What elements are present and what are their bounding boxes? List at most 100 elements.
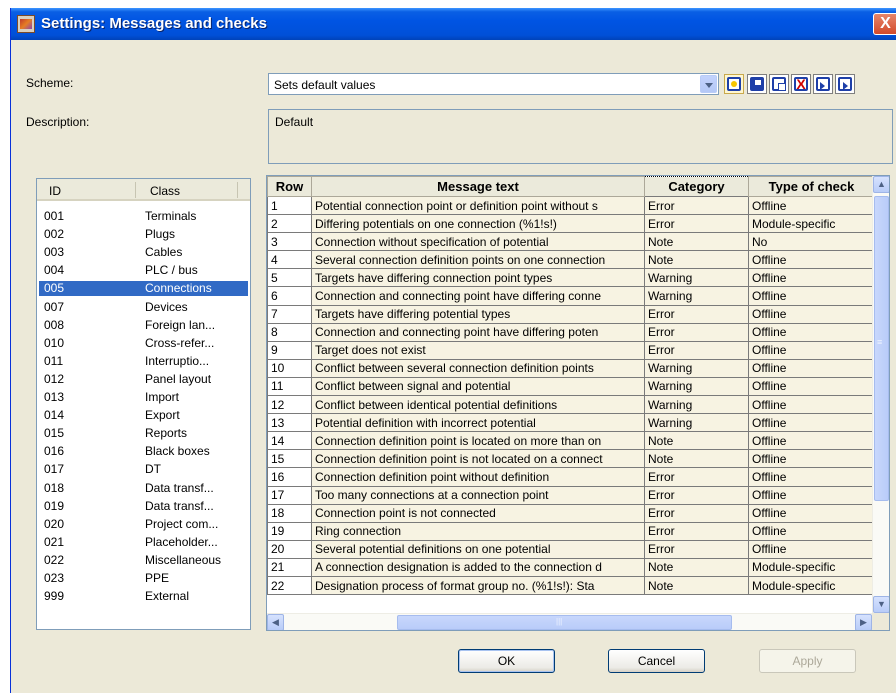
type-of-check-cell[interactable]: Offline [748,485,875,505]
row-number-cell[interactable]: 20 [267,539,312,559]
category-cell[interactable]: Warning [644,376,749,397]
row-number-cell[interactable]: 3 [267,232,312,252]
category-cell[interactable]: Warning [644,413,749,433]
message-text-cell[interactable]: Connection definition point without defi… [311,467,645,487]
message-text-cell[interactable]: Conflict between identical potential def… [311,395,645,415]
row-number-cell[interactable]: 6 [267,286,312,306]
list-item[interactable]: 008 Foreign lan... [39,318,248,333]
row-number-cell[interactable]: 22 [267,575,312,596]
message-text-cell[interactable]: Ring connection [311,521,645,541]
table-row[interactable]: 2 Differing potentials on one connection … [267,214,875,234]
chevron-down-icon[interactable] [700,75,717,93]
message-text-cell[interactable]: Too many connections at a connection poi… [311,485,645,505]
category-cell[interactable]: Note [644,250,749,270]
table-row[interactable]: 11 Conflict between signal and potential W… [267,376,875,397]
row-number-cell[interactable]: 13 [267,413,312,433]
horizontal-scroll-thumb[interactable]: ||| [397,615,732,630]
category-cell[interactable]: Error [644,539,749,559]
type-of-check-cell[interactable]: Offline [748,431,875,451]
type-of-check-cell[interactable]: Offline [748,340,875,360]
title-bar[interactable]: Settings: Messages and checks X [11,8,896,40]
scheme-dropdown[interactable]: Sets default values [268,73,719,95]
column-header-message-text[interactable]: Message text [311,176,645,197]
category-cell[interactable]: Error [644,467,749,487]
vertical-scroll-thumb[interactable]: ≡ [874,196,889,501]
category-cell[interactable]: Error [644,322,749,342]
row-number-cell[interactable]: 9 [267,340,312,360]
table-row[interactable]: 22 Designation process of format group no… [267,575,875,596]
row-number-cell[interactable]: 7 [267,304,312,324]
list-item[interactable]: 001 Terminals [39,209,248,224]
vertical-scrollbar[interactable]: ▲ ≡ ▼ [872,176,889,613]
message-text-cell[interactable]: Connection and connecting point have dif… [311,286,645,306]
type-of-check-cell[interactable]: Offline [748,467,875,487]
message-text-cell[interactable]: Several connection definition points on … [311,250,645,270]
table-row[interactable]: 10 Conflict between several connection de… [267,358,875,378]
row-number-cell[interactable]: 12 [267,395,312,415]
row-number-cell[interactable]: 18 [267,503,312,523]
list-item[interactable]: 014 Export [39,408,248,423]
list-item[interactable]: 019 Data transf... [39,499,248,514]
message-text-cell[interactable]: Potential definition with incorrect pote… [311,413,645,433]
category-cell[interactable]: Error [644,340,749,360]
export-scheme-button[interactable] [835,74,855,94]
list-item[interactable]: 016 Black boxes [39,444,248,459]
category-cell[interactable]: Note [644,431,749,451]
message-text-cell[interactable]: A connection designation is added to the… [311,557,645,577]
type-of-check-cell[interactable]: Offline [748,413,875,433]
list-item[interactable]: 012 Panel layout [39,372,248,387]
table-row[interactable]: 12 Conflict between identical potential d… [267,395,875,415]
category-cell[interactable]: Note [644,557,749,577]
column-header-id[interactable]: ID [49,184,61,198]
ok-button[interactable]: OK [458,649,555,673]
list-item[interactable]: 015 Reports [39,426,248,441]
horizontal-scrollbar[interactable]: ◀ ||| ▶ [267,613,872,630]
table-row[interactable]: 18 Connection point is not connected Error… [267,503,875,523]
type-of-check-cell[interactable]: Offline [748,268,875,288]
row-number-cell[interactable]: 5 [267,268,312,288]
message-text-cell[interactable]: Connection definition point is located o… [311,431,645,451]
list-item[interactable]: 018 Data transf... [39,481,248,496]
category-cell[interactable]: Warning [644,286,749,306]
row-number-cell[interactable]: 16 [267,467,312,487]
message-text-cell[interactable]: Targets have differing connection point … [311,268,645,288]
type-of-check-cell[interactable]: Offline [748,304,875,324]
column-header-category[interactable]: Category [644,176,749,197]
scroll-down-icon[interactable]: ▼ [873,596,889,613]
type-of-check-cell[interactable]: Offline [748,250,875,270]
message-text-cell[interactable]: Connection without specification of pote… [311,232,645,252]
table-row[interactable]: 4 Several connection definition points on… [267,250,875,270]
category-cell[interactable]: Error [644,214,749,234]
save-scheme-button[interactable] [747,74,767,94]
table-row[interactable]: 7 Targets have differing potential types E… [267,304,875,324]
message-text-cell[interactable]: Potential connection point or definition… [311,195,645,216]
table-row[interactable]: 17 Too many connections at a connection p… [267,485,875,505]
category-cell[interactable]: Note [644,575,749,596]
column-header-class[interactable]: Class [150,184,180,198]
delete-scheme-button[interactable]: X [791,74,811,94]
category-cell[interactable]: Warning [644,358,749,378]
list-item[interactable]: 022 Miscellaneous [39,553,248,568]
list-item[interactable]: 023 PPE [39,571,248,586]
category-cell[interactable]: Error [644,503,749,523]
table-row[interactable]: 14 Connection definition point is located… [267,431,875,451]
category-cell[interactable]: Warning [644,395,749,415]
category-cell[interactable]: Note [644,449,749,469]
apply-button[interactable]: Apply [759,649,856,673]
type-of-check-cell[interactable]: Offline [748,539,875,559]
type-of-check-cell[interactable]: Offline [748,449,875,469]
scroll-right-icon[interactable]: ▶ [855,614,872,630]
list-item[interactable]: 003 Cables [39,245,248,260]
list-item[interactable]: 010 Cross-refer... [39,336,248,351]
category-cell[interactable]: Note [644,232,749,252]
row-number-cell[interactable]: 21 [267,557,312,577]
column-divider[interactable] [237,182,238,198]
type-of-check-cell[interactable]: Offline [748,521,875,541]
message-text-cell[interactable]: Targets have differing potential types [311,304,645,324]
row-number-cell[interactable]: 8 [267,322,312,342]
new-scheme-button[interactable] [724,74,744,94]
list-item[interactable]: 004 PLC / bus [39,263,248,278]
row-number-cell[interactable]: 19 [267,521,312,541]
scroll-up-icon[interactable]: ▲ [873,176,889,193]
list-item[interactable]: 020 Project com... [39,517,248,532]
